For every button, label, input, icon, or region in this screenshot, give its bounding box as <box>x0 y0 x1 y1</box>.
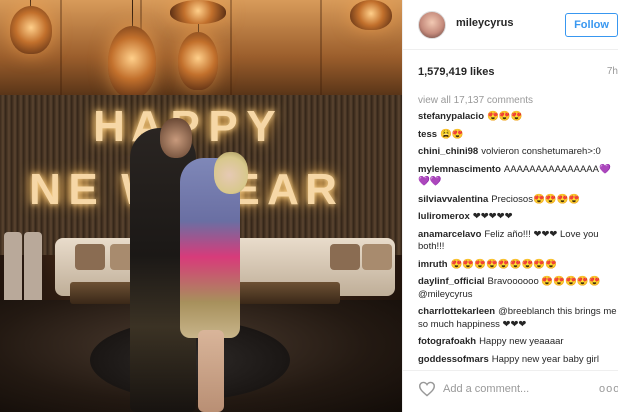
lantern <box>350 0 392 30</box>
post-panel: mileycyrus Follow 1,579,419 likes 7h vie… <box>402 0 618 412</box>
add-comment-input[interactable]: Add a comment... <box>443 383 529 395</box>
tent-fold <box>60 0 62 95</box>
comment: anamarcelavo Feliz año!!! ❤❤❤ Love you bo… <box>418 229 618 254</box>
comment: imruth 😍😍😍😍😍😍😍😍😍 <box>418 259 618 272</box>
marquee-letter: R <box>305 165 337 214</box>
comment-text: Happy new yeaaaar <box>479 336 564 347</box>
comment-text: Preciosos😍😍😍😍 <box>491 193 581 205</box>
marquee-letter: A <box>267 165 299 214</box>
comment: silviavvalentina Preciosos😍😍😍😍 <box>418 194 618 207</box>
woman-head <box>214 152 248 194</box>
man-head <box>160 118 192 158</box>
lantern <box>170 0 226 24</box>
post-photo[interactable]: H A P P Y N E W Y E A R <box>0 0 402 412</box>
tent-fold <box>230 0 232 95</box>
comment: daylinf_official Bravoooooo 😍😍😍😍😍 @mileyc… <box>418 276 618 301</box>
comment-user[interactable]: daylinf_official <box>418 276 485 287</box>
comment: chini_chini98 volvieron conshetumareh>:0 <box>418 146 618 159</box>
comment-user[interactable]: goddessofmars <box>418 354 489 365</box>
cushion <box>75 244 105 270</box>
tent-fold <box>320 0 322 95</box>
comment-user[interactable]: anamarcelavo <box>418 229 481 240</box>
comment: mylemnascimento AAAAAAAAAAAAAAA💜💜💜 <box>418 164 618 189</box>
cushion <box>362 244 392 270</box>
marquee-letter: N <box>29 165 61 214</box>
marquee-letter: Y <box>246 102 276 151</box>
likes-row: 1,579,419 likes 7h <box>418 66 618 80</box>
comment-text: volvieron conshetumareh>:0 <box>481 146 601 157</box>
marquee-letter: H <box>93 102 125 151</box>
comment-user[interactable]: mylemnascimento <box>418 164 501 175</box>
comment-user[interactable]: chini_chini98 <box>418 146 478 157</box>
more-options-icon[interactable]: ooo <box>599 383 618 395</box>
comment-user[interactable]: tess <box>418 129 437 140</box>
lantern <box>108 26 156 98</box>
marquee-letter: P <box>208 102 238 151</box>
marquee-letter: E <box>68 165 98 214</box>
comment-text: ❤❤❤❤❤ <box>472 211 513 222</box>
comment-user[interactable]: stefanypalacio <box>418 111 484 122</box>
cushion <box>330 244 360 270</box>
comments-list: view all 17,137 comments stefanypalacio 😍… <box>418 94 618 371</box>
post-header: mileycyrus Follow <box>403 0 618 50</box>
comment-user[interactable]: imruth <box>418 259 448 270</box>
heart-icon[interactable] <box>418 381 436 397</box>
comment-user[interactable]: fotografoakh <box>418 336 476 347</box>
lantern <box>10 6 52 54</box>
comment-text: 😩😍 <box>440 128 464 140</box>
comment-text: 😍😍😍 <box>487 111 523 122</box>
comment-user[interactable]: luliromerox <box>418 211 470 222</box>
comment-user[interactable]: charrlottekarleen <box>418 306 495 317</box>
comment-text: Happy new year baby girl <box>491 353 599 365</box>
comment-text: 😍😍😍😍😍😍😍😍😍 <box>450 258 558 270</box>
lantern <box>178 32 218 90</box>
likes-count[interactable]: 1,579,419 likes <box>418 66 494 78</box>
follow-button[interactable]: Follow <box>565 13 618 37</box>
comment: luliromerox ❤❤❤❤❤ <box>418 211 618 224</box>
username-link[interactable]: mileycyrus <box>456 17 513 29</box>
post-footer: Add a comment... ooo <box>403 370 618 412</box>
comment-user[interactable]: silviavvalentina <box>418 194 488 205</box>
comment: tess 😩😍 <box>418 129 618 142</box>
post-time[interactable]: 7h <box>607 66 618 77</box>
comment: fotografoakh Happy new yeaaaar <box>418 336 618 349</box>
comment: goddessofmars Happy new year baby girl <box>418 354 618 367</box>
avatar[interactable] <box>418 11 446 39</box>
view-all-comments-link[interactable]: view all 17,137 comments <box>418 94 618 111</box>
woman-legs <box>198 330 224 412</box>
comment: stefanypalacio 😍😍😍 <box>418 111 618 124</box>
lantern-wire <box>132 0 133 28</box>
comment: charrlottekarleen @breeblanch this brings… <box>418 306 618 331</box>
